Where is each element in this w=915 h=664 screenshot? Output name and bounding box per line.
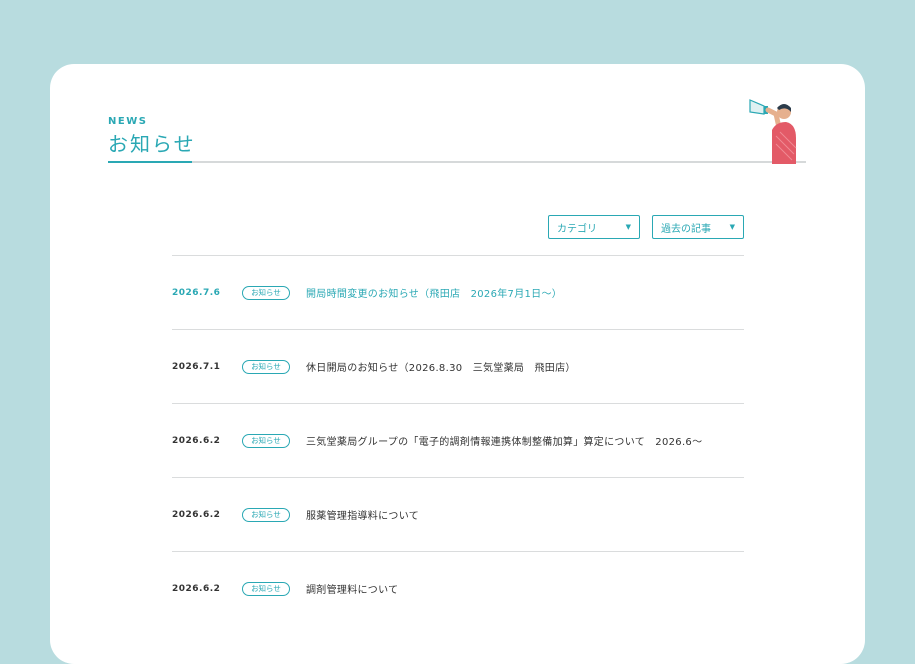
category-badge: お知らせ bbox=[242, 507, 290, 522]
category-select[interactable]: カテゴリ ▼ bbox=[548, 215, 640, 239]
news-card: NEWS お知らせ カテゴリ ▼ 過去の記事 ▼ 2026.7.6 お知らせ 開… bbox=[50, 64, 865, 664]
section-eyebrow: NEWS bbox=[108, 116, 148, 127]
category-select-label: カテゴリ bbox=[557, 223, 597, 235]
news-date: 2026.6.2 bbox=[172, 435, 221, 446]
past-articles-select[interactable]: 過去の記事 ▼ bbox=[652, 215, 744, 239]
page-title: お知らせ bbox=[108, 132, 196, 156]
news-title-link[interactable]: 開局時間変更のお知らせ（飛田店 2026年7月1日〜） bbox=[306, 285, 562, 300]
megaphone-person-icon bbox=[749, 99, 797, 164]
news-title-link[interactable]: 休日開局のお知らせ（2026.8.30 三気堂薬局 飛田店） bbox=[306, 359, 576, 374]
news-item[interactable]: 2026.6.2 お知らせ 三気堂薬局グループの「電子的調剤情報連携体制整備加算… bbox=[172, 403, 744, 477]
news-date: 2026.6.2 bbox=[172, 509, 221, 520]
triangle-down-icon: ▼ bbox=[729, 223, 735, 231]
category-badge: お知らせ bbox=[242, 433, 290, 448]
category-badge: お知らせ bbox=[242, 285, 290, 300]
heading-divider bbox=[108, 161, 806, 163]
news-title-link[interactable]: 調剤管理料について bbox=[306, 581, 398, 596]
news-item[interactable]: 2026.7.6 お知らせ 開局時間変更のお知らせ（飛田店 2026年7月1日〜… bbox=[172, 255, 744, 329]
news-item[interactable]: 2026.6.2 お知らせ 服薬管理指導料について bbox=[172, 477, 744, 551]
news-date: 2026.6.2 bbox=[172, 583, 221, 594]
news-list: 2026.7.6 お知らせ 開局時間変更のお知らせ（飛田店 2026年7月1日〜… bbox=[172, 255, 744, 625]
category-badge: お知らせ bbox=[242, 359, 290, 374]
section-heading: NEWS お知らせ bbox=[108, 114, 806, 164]
heading-accent-bar bbox=[108, 161, 192, 163]
news-title-link[interactable]: 服薬管理指導料について bbox=[306, 507, 419, 522]
news-date: 2026.7.6 bbox=[172, 287, 221, 298]
news-date: 2026.7.1 bbox=[172, 361, 221, 372]
category-badge: お知らせ bbox=[242, 581, 290, 596]
news-title-link[interactable]: 三気堂薬局グループの「電子的調剤情報連携体制整備加算」算定について 2026.6… bbox=[306, 433, 702, 448]
filter-bar: カテゴリ ▼ 過去の記事 ▼ bbox=[548, 215, 744, 239]
past-articles-select-label: 過去の記事 bbox=[661, 223, 711, 235]
news-item[interactable]: 2026.6.2 お知らせ 調剤管理料について bbox=[172, 551, 744, 625]
news-item[interactable]: 2026.7.1 お知らせ 休日開局のお知らせ（2026.8.30 三気堂薬局 … bbox=[172, 329, 744, 403]
triangle-down-icon: ▼ bbox=[625, 223, 631, 231]
